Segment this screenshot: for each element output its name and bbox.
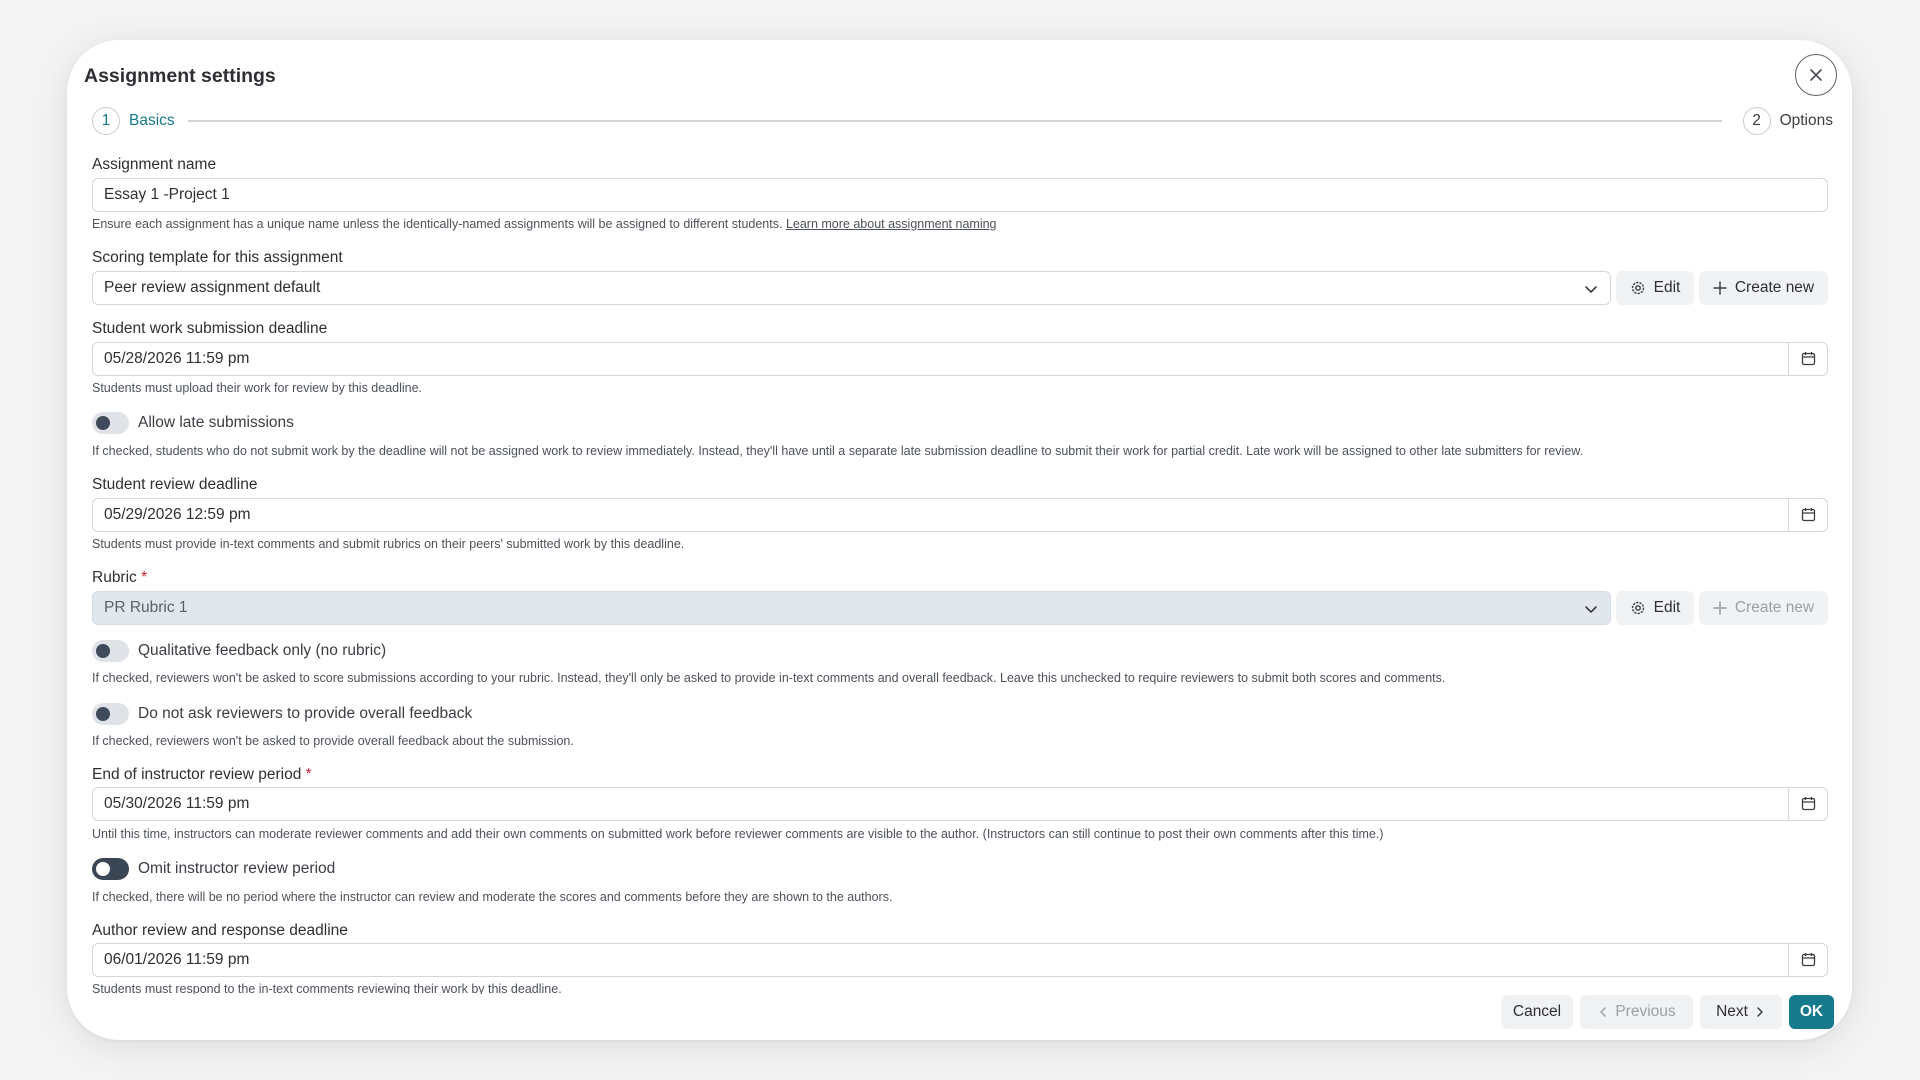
qualitative-toggle-row: Qualitative feedback only (no rubric) xyxy=(92,640,386,662)
assignment-name-value: Essay 1 -Project 1 xyxy=(104,186,230,203)
instructor-review-end-help: Until this time, instructors can moderat… xyxy=(92,827,1384,841)
calendar-icon xyxy=(1801,797,1815,811)
review-deadline-input[interactable]: 05/29/2026 12:59 pm xyxy=(92,497,1828,532)
omit-instructor-review-label: Omit instructor review period xyxy=(138,860,336,877)
dialog-title: Assignment settings xyxy=(84,65,276,87)
learn-more-link[interactable]: Learn more about assignment naming xyxy=(786,217,997,231)
instructor-review-end-value: 05/30/2026 11:59 pm xyxy=(104,795,250,812)
scoring-template-label: Scoring template for this assignment xyxy=(92,249,343,266)
rubric-edit-button[interactable]: Edit xyxy=(1616,591,1694,625)
instructor-review-end-input[interactable]: 05/30/2026 11:59 pm xyxy=(92,786,1828,821)
rubric-label: Rubric * xyxy=(92,569,147,587)
scoring-template-edit-button[interactable]: Edit xyxy=(1616,271,1694,305)
create-new-label: Create new xyxy=(1734,279,1815,296)
instructor-review-end-label-text: End of instructor review period xyxy=(92,766,302,783)
author-deadline-label: Author review and response deadline xyxy=(92,922,348,939)
calendar-icon xyxy=(1801,508,1815,522)
rubric-select[interactable]: PR Rubric 1 xyxy=(92,591,1611,625)
qualitative-only-toggle[interactable] xyxy=(92,640,129,662)
omit-instructor-review-toggle[interactable] xyxy=(92,858,129,880)
author-deadline-input[interactable]: 06/01/2026 11:59 pm xyxy=(92,942,1828,977)
required-mark: * xyxy=(141,569,148,586)
calendar-icon xyxy=(1801,352,1815,366)
calendar-button[interactable] xyxy=(1788,786,1827,821)
close-button[interactable] xyxy=(1795,54,1837,96)
create-new-label: Create new xyxy=(1734,599,1815,616)
chevron-down-icon xyxy=(1585,606,1597,613)
author-deadline-help: Students must respond to the in-text com… xyxy=(92,982,562,994)
rubric-label-text: Rubric xyxy=(92,569,137,586)
step-number: 2 xyxy=(1742,107,1771,135)
review-deadline-label: Student review deadline xyxy=(92,476,258,493)
chevron-down-icon xyxy=(1585,286,1597,293)
submission-deadline-help: Students must upload their work for revi… xyxy=(92,381,423,395)
required-mark: * xyxy=(305,766,312,783)
plus-icon xyxy=(1713,281,1727,295)
plus-icon xyxy=(1713,601,1727,615)
assignment-name-help-text: Ensure each assignment has a unique name… xyxy=(92,217,783,231)
omit-review-toggle-row: Omit instructor review period xyxy=(92,858,335,880)
step-label: Basics xyxy=(129,112,175,129)
overall-feedback-toggle-row: Do not ask reviewers to provide overall … xyxy=(92,703,472,725)
step-basics[interactable]: 1 Basics xyxy=(92,107,175,135)
step-number: 1 xyxy=(92,107,120,135)
qualitative-only-label: Qualitative feedback only (no rubric) xyxy=(138,642,387,659)
ok-button[interactable]: OK xyxy=(1789,995,1834,1029)
calendar-button[interactable] xyxy=(1788,497,1827,532)
assignment-settings-dialog: Assignment settings 1 Basics 2 Options A… xyxy=(67,40,1852,1040)
assignment-name-help: Ensure each assignment has a unique name… xyxy=(92,217,997,231)
allow-late-toggle[interactable] xyxy=(92,412,129,434)
rubric-create-button[interactable]: Create new xyxy=(1699,591,1828,625)
submission-deadline-label: Student work submission deadline xyxy=(92,320,328,337)
next-button[interactable]: Next xyxy=(1700,995,1782,1029)
gear-icon xyxy=(1631,601,1644,615)
no-overall-feedback-label: Do not ask reviewers to provide overall … xyxy=(138,705,473,722)
scoring-template-create-button[interactable]: Create new xyxy=(1699,271,1828,305)
author-deadline-value: 06/01/2026 11:59 pm xyxy=(104,951,250,968)
stepper: 1 Basics 2 Options xyxy=(92,107,1833,135)
allow-late-help: If checked, students who do not submit w… xyxy=(92,444,1584,458)
edit-label: Edit xyxy=(1653,279,1681,296)
gear-icon xyxy=(1631,281,1644,295)
assignment-name-input[interactable]: Essay 1 -Project 1 xyxy=(92,178,1828,212)
next-label: Next xyxy=(1716,1003,1748,1020)
assignment-name-label: Assignment name xyxy=(92,156,217,173)
calendar-button[interactable] xyxy=(1788,942,1827,977)
previous-label: Previous xyxy=(1615,1003,1676,1020)
review-deadline-help: Students must provide in-text comments a… xyxy=(92,537,685,551)
allow-late-label: Allow late submissions xyxy=(138,414,294,431)
close-icon xyxy=(1810,69,1822,81)
scoring-template-value: Peer review assignment default xyxy=(104,279,321,296)
chevron-right-icon xyxy=(1757,1007,1763,1017)
calendar-icon xyxy=(1801,953,1815,967)
no-overall-feedback-help: If checked, reviewers won't be asked to … xyxy=(92,734,574,748)
step-label: Options xyxy=(1779,112,1833,129)
edit-label: Edit xyxy=(1653,599,1681,616)
calendar-button[interactable] xyxy=(1788,341,1827,376)
cancel-button[interactable]: Cancel xyxy=(1501,995,1573,1029)
qualitative-only-help: If checked, reviewers won't be asked to … xyxy=(92,671,1446,685)
instructor-review-end-label: End of instructor review period * xyxy=(92,766,312,784)
submission-deadline-input[interactable]: 05/28/2026 11:59 pm xyxy=(92,341,1828,376)
no-overall-feedback-toggle[interactable] xyxy=(92,703,129,725)
submission-deadline-value: 05/28/2026 11:59 pm xyxy=(104,350,250,367)
step-options[interactable]: 2 Options xyxy=(1742,107,1833,135)
scoring-template-select[interactable]: Peer review assignment default xyxy=(92,271,1611,305)
stepper-line xyxy=(188,120,1722,122)
chevron-left-icon xyxy=(1600,1007,1607,1017)
allow-late-toggle-row: Allow late submissions xyxy=(92,412,294,434)
rubric-value: PR Rubric 1 xyxy=(104,599,188,616)
previous-button[interactable]: Previous xyxy=(1580,995,1693,1029)
omit-instructor-review-help: If checked, there will be no period wher… xyxy=(92,890,893,904)
review-deadline-value: 05/29/2026 12:59 pm xyxy=(104,506,251,523)
